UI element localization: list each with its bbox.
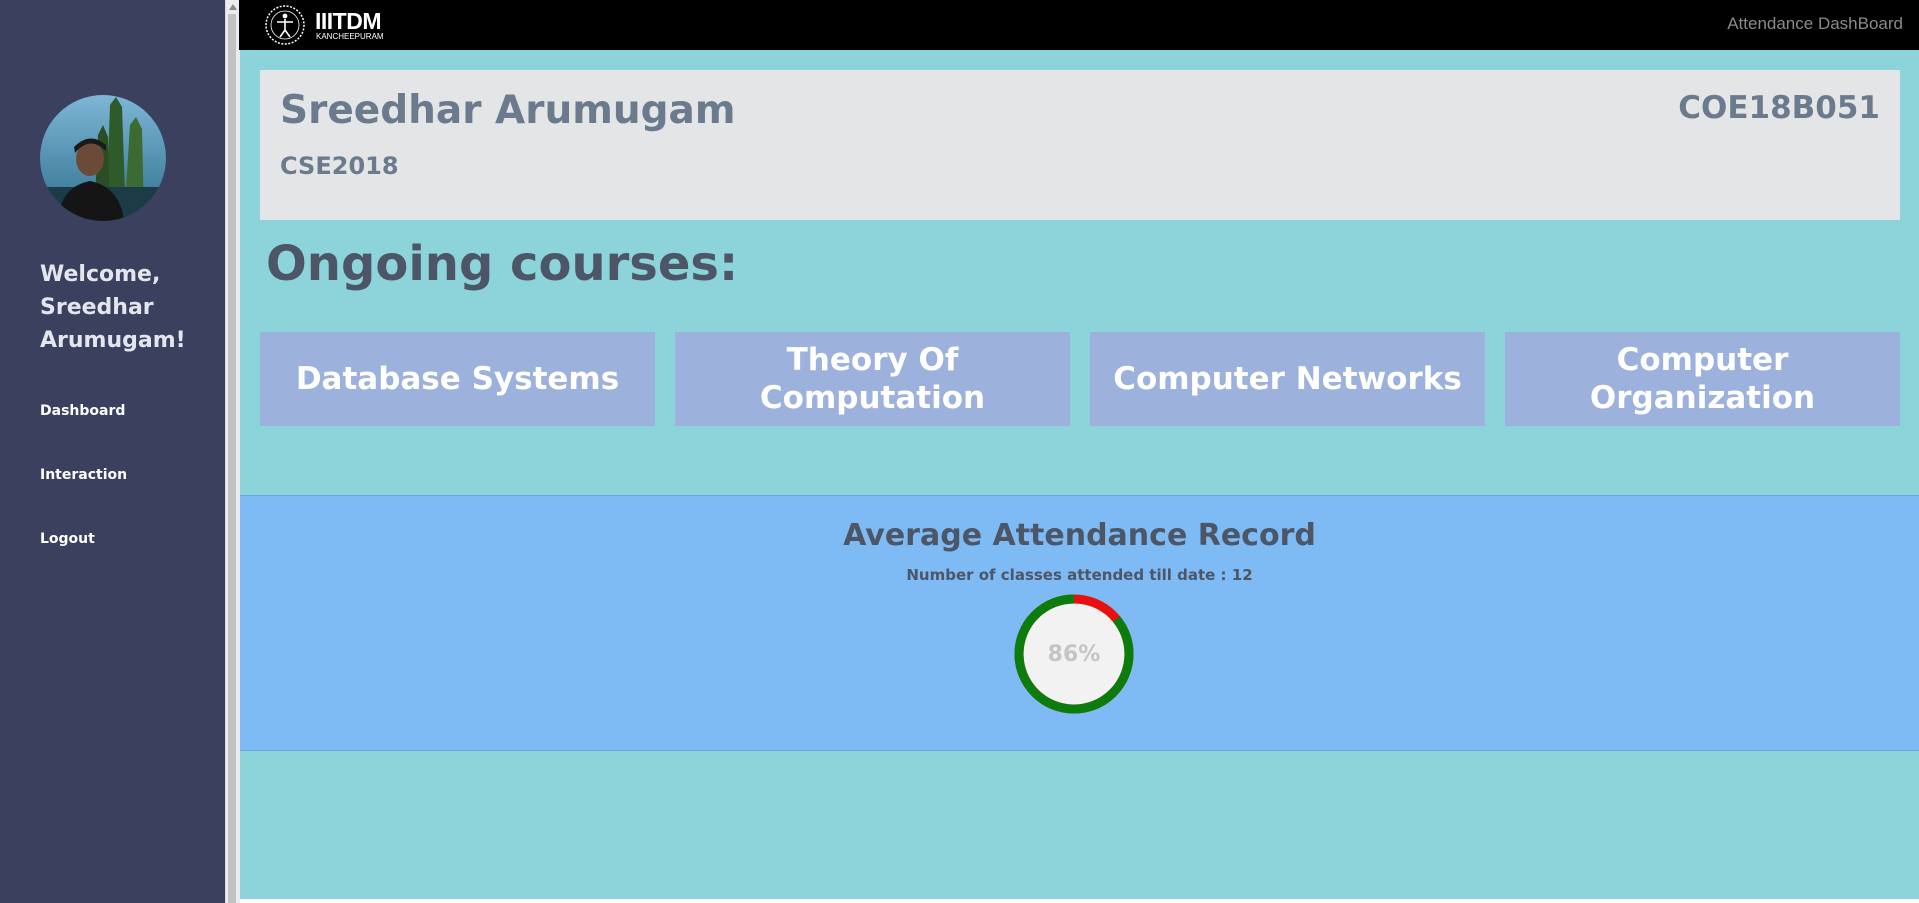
course-card-computer-networks[interactable]: Computer Networks (1090, 332, 1485, 426)
attendance-panel: Average Attendance Record Number of clas… (240, 495, 1919, 751)
attendance-title: Average Attendance Record (843, 518, 1316, 553)
app-title: Attendance DashBoard (1727, 14, 1903, 33)
scrollbar-thumb[interactable] (228, 14, 236, 903)
sidebar-item-interaction[interactable]: Interaction (40, 467, 127, 483)
sidebar-item-dashboard[interactable]: Dashboard (40, 403, 125, 419)
institute-emblem-icon (263, 3, 307, 47)
ongoing-courses-heading: Ongoing courses: (266, 236, 739, 292)
student-roll-number: COE18B051 (1678, 90, 1880, 126)
student-name: Sreedhar Arumugam (280, 88, 736, 133)
welcome-message: Welcome, Sreedhar Arumugam! (40, 262, 186, 353)
attendance-count: Number of classes attended till date : 1… (906, 566, 1253, 584)
student-batch: CSE2018 (280, 152, 399, 180)
main-content: Sreedhar Arumugam CSE2018 COE18B051 Ongo… (240, 50, 1919, 899)
course-card-computer-organization[interactable]: Computer Organization (1505, 332, 1900, 426)
logo-subtitle: KANCHEEPURAM (316, 32, 384, 41)
sidebar: Welcome, Sreedhar Arumugam! Dashboard In… (0, 0, 225, 903)
course-card-theory-of-computation[interactable]: Theory Of Computation (675, 332, 1070, 426)
course-card-database-systems[interactable]: Database Systems (260, 332, 655, 426)
attendance-percent: 86% (1047, 641, 1101, 667)
profile-card: Sreedhar Arumugam CSE2018 COE18B051 (260, 70, 1900, 220)
avatar (40, 95, 166, 221)
scroll-up-arrow-icon[interactable] (229, 4, 237, 10)
top-bar: IIITDM KANCHEEPURAM Attendance DashBoard (239, 0, 1919, 50)
sidebar-item-logout[interactable]: Logout (40, 531, 95, 547)
logo-name: IIITDM (315, 8, 382, 34)
